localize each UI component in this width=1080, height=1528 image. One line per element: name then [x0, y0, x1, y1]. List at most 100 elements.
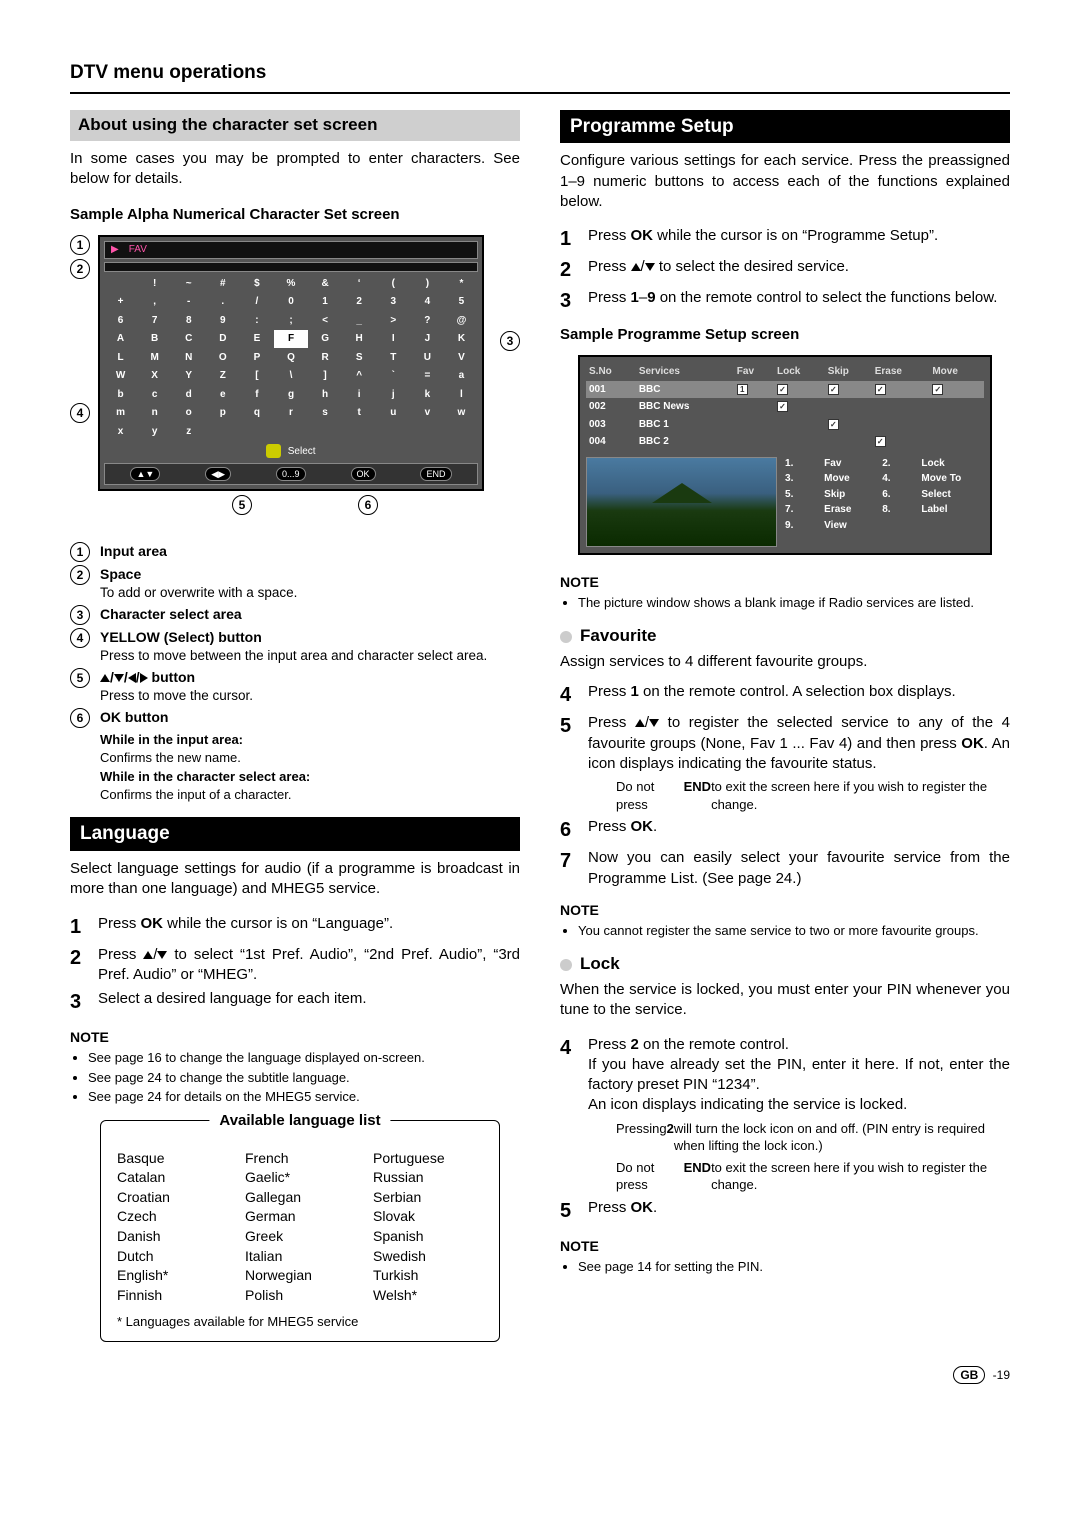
step-text: Select a desired language for each item.: [98, 989, 520, 1009]
language-item: Swedish: [373, 1247, 483, 1267]
osd-char: t: [343, 404, 376, 422]
osd-char: x: [104, 423, 137, 441]
step-number: 6: [560, 817, 588, 844]
osd-char: D: [206, 330, 239, 348]
step-text: Press / to select the desired service.: [588, 257, 1010, 277]
step-text: Press OK.: [588, 1198, 1010, 1218]
divider: [70, 92, 1010, 94]
osd-char: e: [206, 386, 239, 404]
step-number: 7: [560, 848, 588, 875]
callout-5: 5: [232, 495, 252, 515]
ps-key-item: 3.: [785, 472, 816, 486]
osd-char: 5: [445, 293, 478, 311]
osd-char: s: [309, 404, 342, 422]
osd-char: c: [138, 386, 171, 404]
favourite-heading: Favourite: [560, 625, 1010, 648]
step-text: Press / to register the selected service…: [588, 713, 1010, 774]
nav-leftright-icon: ◀▶: [205, 467, 231, 481]
osd-char: J: [411, 330, 444, 348]
osd-char: !: [138, 275, 171, 293]
section-programme-setup: Programme Setup: [560, 110, 1010, 144]
osd-char: #: [206, 275, 239, 293]
page-footer: GB -19: [70, 1366, 1010, 1384]
ps-key-item: 8.: [882, 503, 913, 517]
step-number: 1: [70, 914, 98, 941]
legend-desc: Press to move between the input area and…: [100, 647, 520, 665]
osd-char: ): [411, 275, 444, 293]
ps-col-head: Lock: [774, 363, 825, 381]
lang-col-3: PortugueseRussianSerbianSlovakSpanishSwe…: [373, 1149, 483, 1306]
note-heading: NOTE: [560, 901, 1010, 920]
osd-char: P: [240, 349, 273, 367]
osd-char: [104, 275, 137, 293]
note-item: See page 24 to change the subtitle langu…: [88, 1069, 520, 1087]
osd-char: C: [172, 330, 205, 348]
ps-key-item: Select: [921, 488, 984, 502]
osd-char-grid: !~#$%&‘()*+,-./0123456789:;<_>?@ABCDEFGH…: [104, 275, 478, 441]
osd-char: ,: [138, 293, 171, 311]
osd-char: g: [274, 386, 307, 404]
step: 3Press 1–9 on the remote control to sele…: [560, 288, 1010, 315]
osd-char: *: [445, 275, 478, 293]
callout-3: 3: [500, 331, 520, 351]
osd-char: [377, 423, 410, 441]
osd-char: [309, 423, 342, 441]
note-item: You cannot register the same service to …: [578, 922, 1010, 940]
osd-char: r: [274, 404, 307, 422]
osd-char: (: [377, 275, 410, 293]
lock-notes: See page 14 for setting the PIN.: [560, 1256, 1010, 1278]
ps-key-item: 5.: [785, 488, 816, 502]
legend-number: 6: [70, 708, 90, 728]
step-number: 5: [560, 713, 588, 740]
osd-char: ;: [274, 312, 307, 330]
language-item: Croatian: [117, 1188, 227, 1208]
osd-char: A: [104, 330, 137, 348]
step-text: Press OK while the cursor is on “Program…: [588, 226, 1010, 246]
osd-char: k: [411, 386, 444, 404]
legend-desc: To add or overwrite with a space.: [100, 584, 520, 602]
osd-char: y: [138, 423, 171, 441]
ps-col-head: S.No: [586, 363, 636, 381]
step-subnote: Pressing 2 will turn the lock icon on an…: [616, 1120, 1010, 1155]
osd-char: w: [445, 404, 478, 422]
step: 5Press / to register the selected servic…: [560, 713, 1010, 774]
step-text: Press / to select “1st Pref. Audio”, “2n…: [98, 945, 520, 986]
step-number: 3: [70, 989, 98, 1016]
language-item: Turkish: [373, 1266, 483, 1286]
osd-char: @: [445, 312, 478, 330]
left-column: About using the character set screen In …: [70, 110, 520, 1342]
charset-legend: 1Input area2SpaceTo add or overwrite wit…: [70, 539, 520, 804]
language-item: English*: [117, 1266, 227, 1286]
language-item: Slovak: [373, 1207, 483, 1227]
ps-row: 003BBC 1✓: [586, 416, 984, 434]
osd-char: 6: [104, 312, 137, 330]
osd-char: ~: [172, 275, 205, 293]
ps-steps: 1Press OK while the cursor is on “Progra…: [560, 222, 1010, 319]
language-cols: BasqueCatalanCroatianCzechDanishDutchEng…: [117, 1149, 483, 1306]
osd-char: :: [240, 312, 273, 330]
osd-char: >: [377, 312, 410, 330]
osd-char: [274, 423, 307, 441]
osd-char: q: [240, 404, 273, 422]
circle-icon: [560, 959, 572, 971]
lang-col-1: BasqueCatalanCroatianCzechDanishDutchEng…: [117, 1149, 227, 1306]
osd-char: [: [240, 367, 273, 385]
region-badge: GB: [953, 1366, 985, 1384]
input-arrow-icon: ▶: [111, 243, 119, 257]
nav-updown-icon: ▲▼: [130, 467, 160, 481]
osd-char: I: [377, 330, 410, 348]
osd-char: ^: [343, 367, 376, 385]
legend-number: 1: [70, 542, 90, 562]
osd-char: <: [309, 312, 342, 330]
ps-key-item: 4.: [882, 472, 913, 486]
osd-char: .: [206, 293, 239, 311]
ps-table-head: S.NoServicesFavLockSkipEraseMove: [586, 363, 984, 381]
ps-preview-image: [586, 457, 777, 547]
legend-title: /// button: [100, 668, 520, 687]
osd-char: %: [274, 275, 307, 293]
legend-title: YELLOW (Select) button: [100, 628, 520, 647]
page-number: -19: [993, 1368, 1010, 1382]
ps-key-list: 1.Fav2.Lock3.Move4.Move To5.Skip6.Select…: [785, 457, 984, 547]
osd-char: \: [274, 367, 307, 385]
legend-subnote: While in the character select area:Confi…: [100, 768, 520, 803]
